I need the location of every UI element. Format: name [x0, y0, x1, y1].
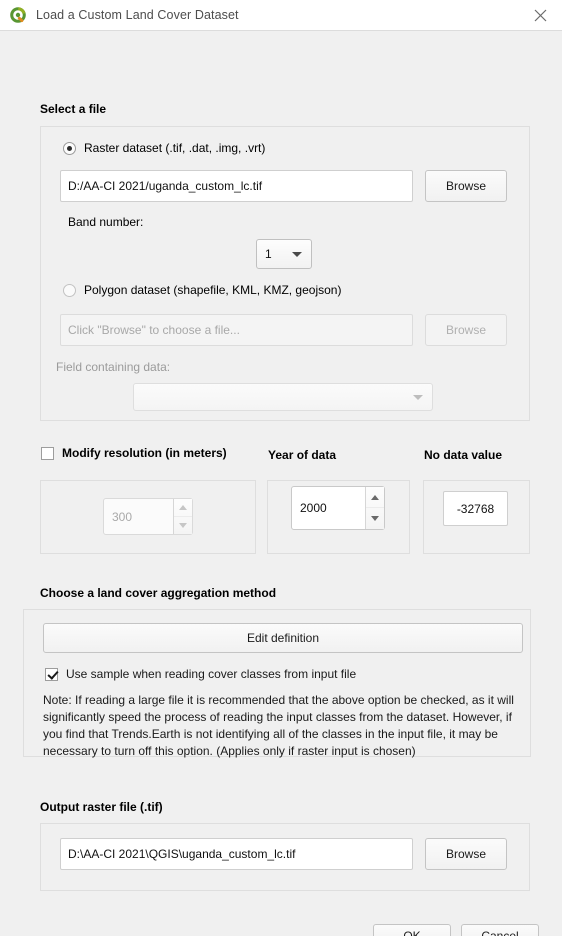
resolution-spin-buttons[interactable] [173, 499, 192, 534]
select-file-heading: Select a file [40, 102, 107, 116]
use-sample-checkbox[interactable]: Use sample when reading cover classes fr… [45, 667, 356, 681]
year-of-data-spinbox[interactable]: 2000 [291, 486, 385, 530]
close-icon[interactable] [518, 0, 562, 31]
polygon-path-input[interactable]: Click "Browse" to choose a file... [60, 314, 413, 346]
raster-browse-button[interactable]: Browse [425, 170, 507, 202]
resolution-value: 300 [112, 509, 133, 524]
no-data-value-label: No data value [424, 448, 503, 462]
output-heading: Output raster file (.tif) [40, 800, 163, 814]
spin-down-icon[interactable] [366, 508, 384, 529]
cancel-button[interactable]: Cancel [461, 924, 539, 936]
spin-down-icon[interactable] [174, 517, 192, 535]
ok-button[interactable]: OK [373, 924, 451, 936]
chevron-down-icon [413, 395, 423, 400]
spin-up-icon[interactable] [366, 487, 384, 508]
band-number-label: Band number: [68, 215, 144, 229]
chevron-down-icon [292, 252, 302, 257]
field-containing-data-label: Field containing data: [56, 360, 171, 374]
band-number-combo[interactable]: 1 [256, 239, 312, 269]
year-of-data-value: 2000 [300, 501, 327, 515]
field-containing-data-combo[interactable] [133, 383, 433, 411]
raster-path-value: D:/AA-CI 2021/uganda_custom_lc.tif [68, 179, 263, 193]
modify-resolution-checkbox[interactable]: Modify resolution (in meters) [41, 446, 227, 460]
polygon-browse-button[interactable]: Browse [425, 314, 507, 346]
raster-dataset-radio[interactable]: Raster dataset (.tif, .dat, .img, .vrt) [63, 141, 265, 155]
no-data-value-input[interactable]: -32768 [443, 491, 508, 526]
band-number-value: 1 [265, 247, 272, 261]
output-path-value: D:\AA-CI 2021\QGIS\uganda_custom_lc.tif [68, 847, 296, 861]
checkbox-indicator-modify-resolution[interactable] [41, 446, 54, 460]
window-title: Load a Custom Land Cover Dataset [36, 8, 239, 22]
aggregation-heading: Choose a land cover aggregation method [40, 586, 277, 600]
resolution-spinbox[interactable]: 300 [103, 498, 193, 535]
output-path-input[interactable]: D:\AA-CI 2021\QGIS\uganda_custom_lc.tif [60, 838, 413, 870]
aggregation-note: Note: If reading a large file it is reco… [43, 693, 514, 758]
radio-indicator-raster[interactable] [63, 141, 76, 155]
polygon-dataset-label: Polygon dataset (shapefile, KML, KMZ, ge… [84, 283, 342, 297]
year-spin-buttons[interactable] [365, 487, 384, 529]
use-sample-label: Use sample when reading cover classes fr… [66, 667, 357, 681]
dialog-body: Select a file Raster dataset (.tif, .dat… [0, 31, 562, 936]
polygon-dataset-radio[interactable]: Polygon dataset (shapefile, KML, KMZ, ge… [63, 283, 341, 297]
no-data-value-text: -32768 [456, 501, 495, 516]
polygon-path-placeholder: Click "Browse" to choose a file... [68, 323, 240, 337]
radio-indicator-polygon[interactable] [63, 283, 76, 297]
year-of-data-label: Year of data [268, 448, 337, 462]
raster-dataset-label: Raster dataset (.tif, .dat, .img, .vrt) [84, 141, 266, 155]
edit-definition-button[interactable]: Edit definition [43, 623, 523, 653]
output-browse-button[interactable]: Browse [425, 838, 507, 870]
modify-resolution-label: Modify resolution (in meters) [62, 446, 227, 460]
checkbox-indicator-use-sample[interactable] [45, 667, 58, 681]
spin-up-icon[interactable] [174, 499, 192, 517]
raster-path-input[interactable]: D:/AA-CI 2021/uganda_custom_lc.tif [60, 170, 413, 202]
title-bar: Load a Custom Land Cover Dataset [0, 0, 562, 31]
qgis-logo-icon [9, 6, 27, 24]
